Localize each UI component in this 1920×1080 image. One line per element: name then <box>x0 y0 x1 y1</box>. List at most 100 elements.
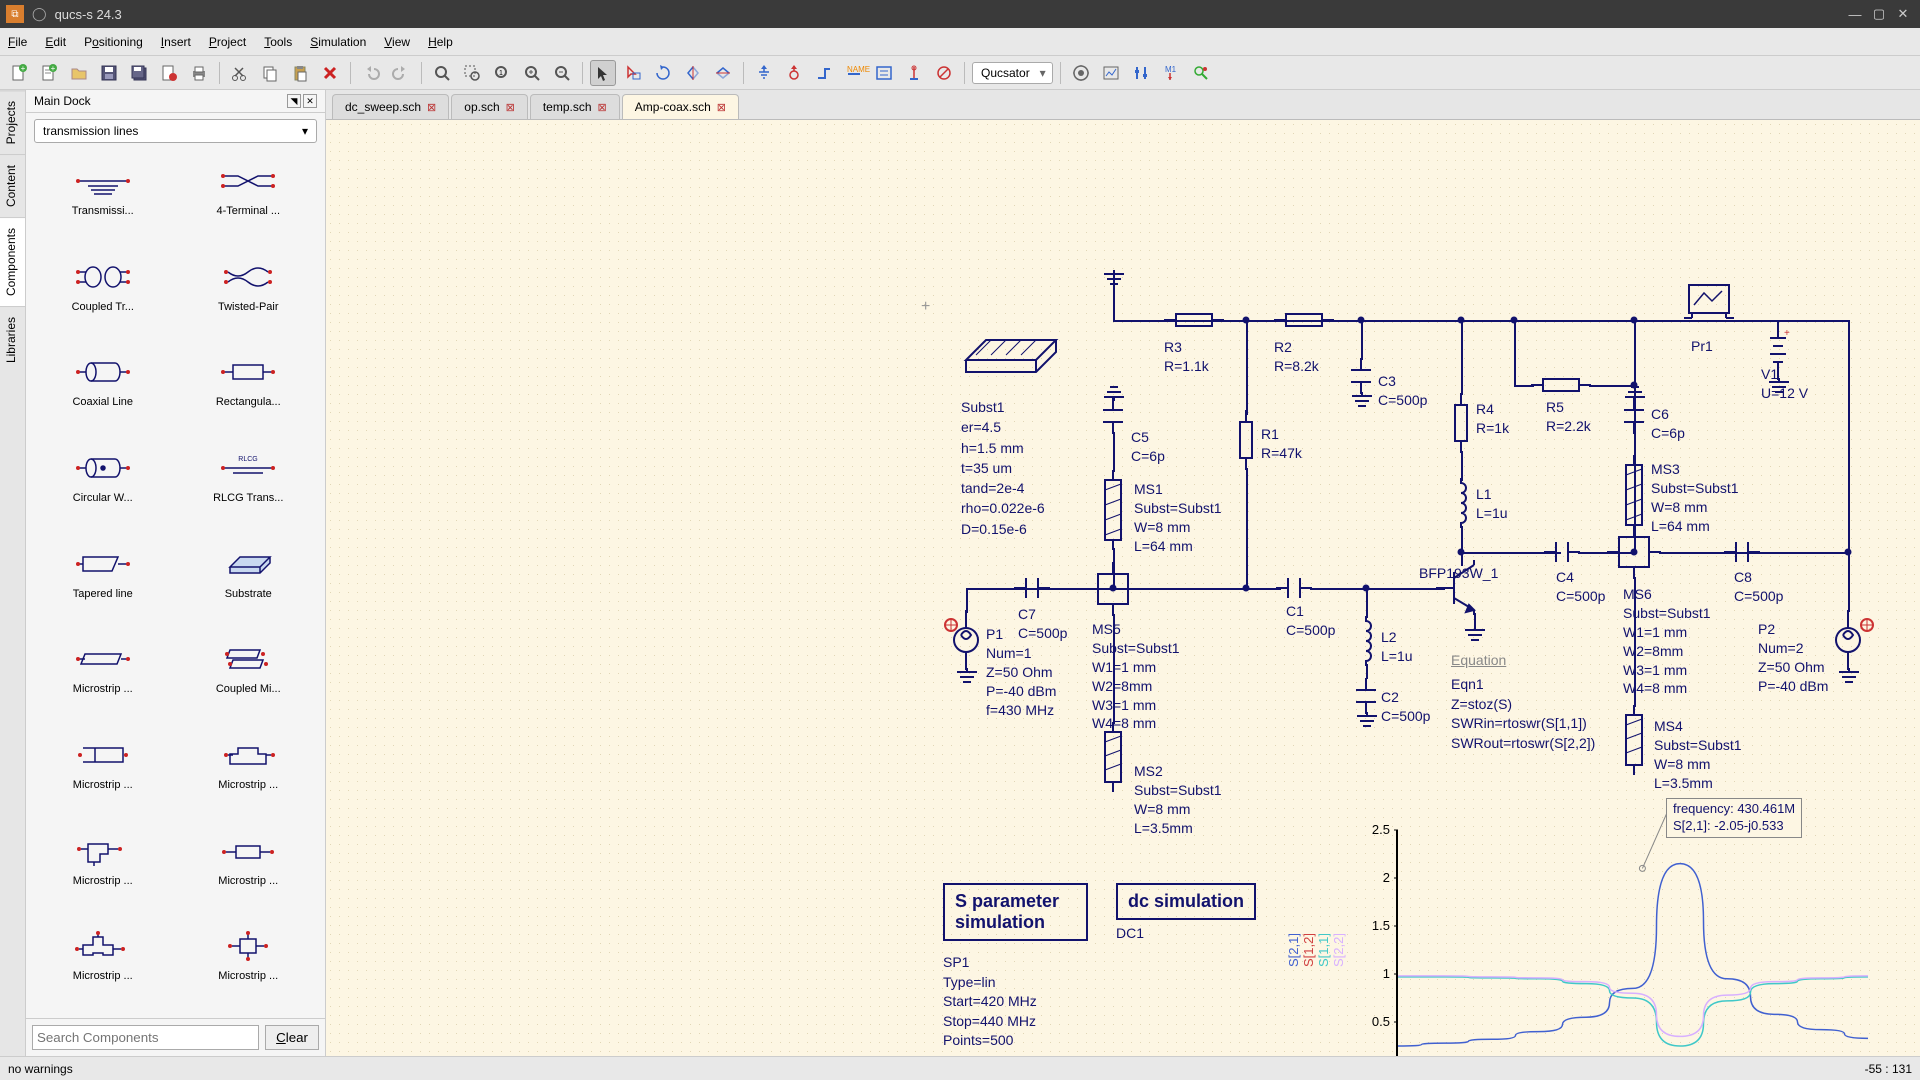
c4-text[interactable]: C4C=500p <box>1556 568 1605 606</box>
component-item[interactable]: Microstrip ... <box>32 633 174 725</box>
menu-insert[interactable]: Insert <box>161 35 191 49</box>
print-button[interactable] <box>186 60 212 86</box>
component-item[interactable]: 4-Terminal ... <box>178 155 320 247</box>
clear-button[interactable]: Clear <box>265 1025 319 1050</box>
search-input[interactable] <box>32 1025 259 1050</box>
sparam-chart[interactable]: 00.511.522.5420M422M424M426M428M430M432M… <box>1396 830 1866 1056</box>
delete-button[interactable] <box>317 60 343 86</box>
close-icon[interactable]: ⊠ <box>506 101 515 114</box>
pr1-text[interactable]: Pr1 <box>1691 338 1713 354</box>
zoom-selection-button[interactable] <box>459 60 485 86</box>
eqn-text[interactable]: Eqn1 Z=stoz(S)SWRin=rtoswr(S[1,1])SWRout… <box>1451 675 1595 753</box>
ms6-text[interactable]: MS6Subst=Subst1W1=1 mmW2=8mmW3=1 mmW4=8 … <box>1623 585 1711 698</box>
paste-button[interactable] <box>287 60 313 86</box>
file-tab[interactable]: temp.sch⊠ <box>530 94 620 119</box>
dock-close-button[interactable]: ✕ <box>303 94 317 108</box>
new-file-button[interactable]: + <box>6 60 32 86</box>
file-tab[interactable]: dc_sweep.sch⊠ <box>332 94 449 119</box>
schematic-canvas[interactable]: Subst1 er=4.5h=1.5 mm t=35 umtand=2e-4 r… <box>326 120 1920 1056</box>
wire-button[interactable] <box>811 60 837 86</box>
close-icon[interactable]: ⊠ <box>427 101 436 114</box>
c3-text[interactable]: C3C=500p <box>1378 372 1427 410</box>
set-marker-button[interactable]: M1 <box>1158 60 1184 86</box>
insert-power-button[interactable] <box>901 60 927 86</box>
zoom-in-button[interactable] <box>519 60 545 86</box>
ms3-text[interactable]: MS3Subst=Subst1W=8 mmL=64 mm <box>1651 460 1739 536</box>
copy-button[interactable] <box>257 60 283 86</box>
ms2-text[interactable]: MS2Subst=Subst1W=8 mmL=3.5mm <box>1134 762 1222 838</box>
cut-button[interactable] <box>227 60 253 86</box>
menu-edit[interactable]: Edit <box>45 35 66 49</box>
redo-button[interactable] <box>388 60 414 86</box>
chart-marker[interactable]: frequency: 430.461MS[2,1]: -2.05-j0.533 <box>1666 798 1802 838</box>
component-item[interactable]: Microstrip ... <box>32 825 174 917</box>
ms5-text[interactable]: MS5Subst=Subst1W1=1 mmW2=8mmW3=1 mmW4=8 … <box>1092 620 1180 733</box>
mirror-y-button[interactable] <box>710 60 736 86</box>
close-file-button[interactable] <box>156 60 182 86</box>
menu-simulation[interactable]: Simulation <box>310 35 366 49</box>
side-tab-content[interactable]: Content <box>0 154 25 217</box>
sp-sim-box[interactable]: S parameter simulation <box>943 883 1088 941</box>
label-button[interactable]: NAME <box>841 60 867 86</box>
match-button[interactable] <box>1188 60 1214 86</box>
component-item[interactable]: Tapered line <box>32 538 174 630</box>
minimize-button[interactable]: — <box>1844 5 1866 23</box>
save-button[interactable] <box>96 60 122 86</box>
zoom-fit-button[interactable] <box>429 60 455 86</box>
component-item[interactable]: RLCGRLCG Trans... <box>178 442 320 534</box>
close-icon[interactable]: ⊠ <box>598 101 607 114</box>
select-marker-button[interactable] <box>620 60 646 86</box>
new-text-button[interactable]: + <box>36 60 62 86</box>
insert-port-button[interactable] <box>781 60 807 86</box>
r3-text[interactable]: R3R=1.1k <box>1164 338 1209 376</box>
side-tab-projects[interactable]: Projects <box>0 90 25 154</box>
insert-equation-button[interactable] <box>871 60 897 86</box>
menu-tools[interactable]: Tools <box>264 35 292 49</box>
c8-text[interactable]: C8C=500p <box>1734 568 1783 606</box>
component-item[interactable]: Microstrip ... <box>178 920 320 1012</box>
file-tab[interactable]: Amp-coax.sch⊠ <box>622 94 739 119</box>
c5-text[interactable]: C5C=6p <box>1131 428 1165 466</box>
file-tab[interactable]: op.sch⊠ <box>451 94 528 119</box>
r4-text[interactable]: R4R=1k <box>1476 400 1509 438</box>
component-item[interactable]: Coupled Mi... <box>178 633 320 725</box>
component-item[interactable]: Substrate <box>178 538 320 630</box>
zoom-out-button[interactable] <box>549 60 575 86</box>
component-item[interactable]: Microstrip ... <box>178 729 320 821</box>
menu-help[interactable]: Help <box>428 35 453 49</box>
open-button[interactable] <box>66 60 92 86</box>
simulate-button[interactable] <box>1068 60 1094 86</box>
deactivate-button[interactable] <box>931 60 957 86</box>
dc-sim-box[interactable]: dc simulation <box>1116 883 1256 920</box>
subst-text[interactable]: Subst1 er=4.5h=1.5 mm t=35 umtand=2e-4 r… <box>961 397 1045 539</box>
component-item[interactable]: Twisted-Pair <box>178 251 320 343</box>
l2-text[interactable]: L2L=1u <box>1381 628 1413 666</box>
component-item[interactable]: Coaxial Line <box>32 346 174 438</box>
side-tab-components[interactable]: Components <box>0 217 25 306</box>
zoom-100-button[interactable]: 1 <box>489 60 515 86</box>
insert-ground-button[interactable] <box>751 60 777 86</box>
r5-text[interactable]: R5R=2.2k <box>1546 398 1591 436</box>
eqn-title[interactable]: Equation <box>1451 652 1506 668</box>
menu-project[interactable]: Project <box>209 35 246 49</box>
ms1-text[interactable]: MS1Subst=Subst1W=8 mmL=64 mm <box>1134 480 1222 556</box>
menu-file[interactable]: File <box>8 35 27 49</box>
category-combo[interactable]: transmission lines▾ <box>34 119 317 143</box>
substrate-symbol[interactable] <box>956 325 1066 388</box>
view-data-button[interactable] <box>1098 60 1124 86</box>
c7-text[interactable]: C7C=500p <box>1018 605 1067 643</box>
undo-button[interactable] <box>358 60 384 86</box>
c6-text[interactable]: C6C=6p <box>1651 405 1685 443</box>
component-item[interactable]: Transmissi... <box>32 155 174 247</box>
p2-text[interactable]: P2Num=2Z=50 OhmP=-40 dBm <box>1758 620 1828 696</box>
select-button[interactable] <box>590 60 616 86</box>
maximize-button[interactable]: ▢ <box>1868 5 1890 23</box>
dock-float-button[interactable]: ◥ <box>287 94 301 108</box>
r1-text[interactable]: R1R=47k <box>1261 425 1302 463</box>
menu-view[interactable]: View <box>384 35 410 49</box>
r2-text[interactable]: R2R=8.2k <box>1274 338 1319 376</box>
dc-text[interactable]: DC1 <box>1116 925 1144 941</box>
rotate-button[interactable] <box>650 60 676 86</box>
component-item[interactable]: Coupled Tr... <box>32 251 174 343</box>
save-all-button[interactable] <box>126 60 152 86</box>
